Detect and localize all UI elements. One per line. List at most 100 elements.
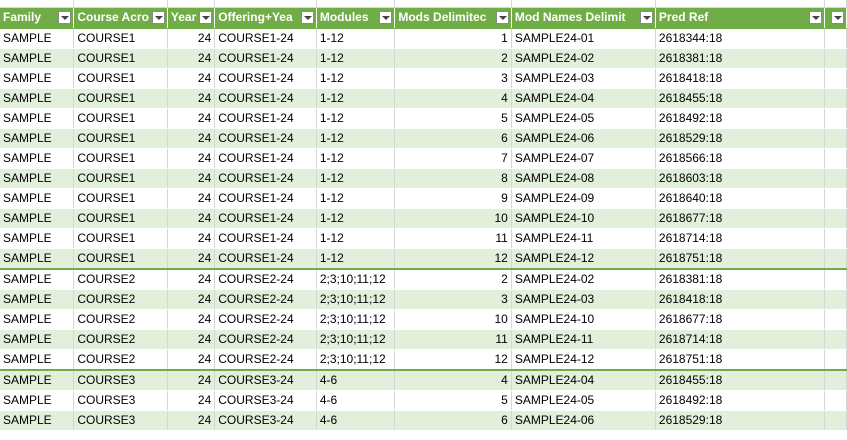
- table-cell[interactable]: [824, 410, 847, 431]
- table-cell[interactable]: 24: [167, 349, 216, 370]
- filter-dropdown-icon[interactable]: [495, 10, 509, 24]
- filter-dropdown-icon[interactable]: [199, 10, 213, 24]
- table-cell[interactable]: SAMPLE24-09: [511, 188, 656, 209]
- column-header[interactable]: Offering+Yea: [214, 7, 317, 29]
- table-row[interactable]: SAMPLE COURSE2 24 COURSE2-24 2;3;10;11;12 2 SA…: [0, 267, 847, 290]
- table-cell[interactable]: 24: [167, 28, 216, 49]
- table-cell[interactable]: COURSE2: [73, 329, 168, 350]
- table-cell[interactable]: SAMPLE24-11: [511, 329, 656, 350]
- table-cell[interactable]: 2618381:18: [655, 267, 825, 290]
- table-cell[interactable]: 2: [394, 267, 512, 290]
- filter-dropdown-icon[interactable]: [151, 10, 165, 24]
- table-cell[interactable]: COURSE1-24: [214, 148, 317, 169]
- table-row[interactable]: SAMPLE COURSE1 24 COURSE1-24 1-12 10 SAMPLE24-…: [0, 208, 847, 229]
- table-cell[interactable]: SAMPLE: [0, 48, 75, 69]
- table-cell[interactable]: COURSE1-24: [214, 208, 317, 229]
- table-cell[interactable]: SAMPLE24-02: [511, 48, 656, 69]
- table-cell[interactable]: SAMPLE: [0, 267, 75, 290]
- table-row[interactable]: SAMPLE COURSE3 24 COURSE3-24 4-6 4 SAMPLE24-04…: [0, 368, 847, 391]
- table-cell[interactable]: SAMPLE24-06: [511, 410, 656, 431]
- table-cell[interactable]: 2618492:18: [655, 390, 825, 411]
- filter-dropdown-icon[interactable]: [831, 10, 844, 24]
- table-cell[interactable]: COURSE1: [73, 168, 168, 189]
- column-header[interactable]: Mods Delimitec: [394, 7, 512, 29]
- table-cell[interactable]: SAMPLE24-06: [511, 128, 656, 149]
- table-cell[interactable]: SAMPLE24-07: [511, 148, 656, 169]
- table-cell[interactable]: 10: [394, 208, 512, 229]
- table-cell[interactable]: [824, 128, 847, 149]
- table-cell[interactable]: 24: [167, 68, 216, 89]
- table-cell[interactable]: 2618455:18: [655, 368, 825, 391]
- table-cell[interactable]: COURSE3-24: [214, 410, 317, 431]
- table-cell[interactable]: 5: [394, 108, 512, 129]
- table-cell[interactable]: 24: [167, 368, 216, 391]
- table-cell[interactable]: COURSE1-24: [214, 228, 317, 249]
- table-cell[interactable]: 1-12: [316, 108, 396, 129]
- table-cell[interactable]: 3: [394, 289, 512, 310]
- table-cell[interactable]: [824, 368, 847, 391]
- table-cell[interactable]: 1-12: [316, 48, 396, 69]
- table-cell[interactable]: SAMPLE: [0, 289, 75, 310]
- table-cell[interactable]: COURSE1-24: [214, 108, 317, 129]
- column-header[interactable]: Family: [0, 7, 75, 29]
- table-cell[interactable]: COURSE1: [73, 28, 168, 49]
- table-cell[interactable]: 24: [167, 410, 216, 431]
- table-cell[interactable]: [824, 390, 847, 411]
- table-cell[interactable]: [824, 148, 847, 169]
- table-cell[interactable]: 24: [167, 48, 216, 69]
- table-cell[interactable]: 2618751:18: [655, 349, 825, 370]
- table-cell[interactable]: COURSE1: [73, 148, 168, 169]
- table-cell[interactable]: COURSE2-24: [214, 349, 317, 370]
- table-cell[interactable]: SAMPLE: [0, 68, 75, 89]
- table-cell[interactable]: 24: [167, 248, 216, 269]
- table-cell[interactable]: COURSE1-24: [214, 88, 317, 109]
- table-cell[interactable]: COURSE1-24: [214, 168, 317, 189]
- table-cell[interactable]: 2618677:18: [655, 208, 825, 229]
- table-cell[interactable]: 1-12: [316, 88, 396, 109]
- table-cell[interactable]: 24: [167, 329, 216, 350]
- table-cell[interactable]: SAMPLE: [0, 108, 75, 129]
- table-cell[interactable]: COURSE1: [73, 188, 168, 209]
- table-cell[interactable]: COURSE3: [73, 368, 168, 391]
- table-row[interactable]: SAMPLE COURSE2 24 COURSE2-24 2;3;10;11;12 12 S…: [0, 349, 847, 370]
- column-header[interactable]: Course Acro: [73, 7, 168, 29]
- table-cell[interactable]: COURSE2: [73, 309, 168, 330]
- table-cell[interactable]: COURSE2-24: [214, 329, 317, 350]
- table-cell[interactable]: 4-6: [316, 410, 396, 431]
- table-cell[interactable]: COURSE1-24: [214, 28, 317, 49]
- table-cell[interactable]: [824, 48, 847, 69]
- table-cell[interactable]: SAMPLE: [0, 309, 75, 330]
- table-row[interactable]: SAMPLE COURSE2 24 COURSE2-24 2;3;10;11;12 3 SA…: [0, 289, 847, 310]
- table-cell[interactable]: SAMPLE24-10: [511, 208, 656, 229]
- filter-dropdown-icon[interactable]: [639, 10, 653, 24]
- table-cell[interactable]: 2618640:18: [655, 188, 825, 209]
- column-header[interactable]: [824, 7, 847, 29]
- table-cell[interactable]: 6: [394, 128, 512, 149]
- table-cell[interactable]: COURSE1: [73, 68, 168, 89]
- table-cell[interactable]: 1-12: [316, 28, 396, 49]
- table-row[interactable]: SAMPLE COURSE1 24 COURSE1-24 1-12 7 SAMPLE24-0…: [0, 148, 847, 169]
- table-cell[interactable]: COURSE3-24: [214, 390, 317, 411]
- table-cell[interactable]: SAMPLE24-04: [511, 88, 656, 109]
- table-row[interactable]: SAMPLE COURSE1 24 COURSE1-24 1-12 5 SAMPLE24-0…: [0, 108, 847, 129]
- table-row[interactable]: SAMPLE COURSE1 24 COURSE1-24 1-12 11 SAMPLE24-…: [0, 228, 847, 249]
- table-cell[interactable]: COURSE2-24: [214, 267, 317, 290]
- table-cell[interactable]: SAMPLE: [0, 228, 75, 249]
- table-cell[interactable]: SAMPLE24-12: [511, 349, 656, 370]
- table-cell[interactable]: 1: [394, 28, 512, 49]
- filter-dropdown-icon[interactable]: [58, 10, 72, 24]
- table-cell[interactable]: 1-12: [316, 248, 396, 269]
- table-cell[interactable]: 24: [167, 108, 216, 129]
- table-cell[interactable]: COURSE1: [73, 88, 168, 109]
- table-cell[interactable]: 24: [167, 128, 216, 149]
- table-cell[interactable]: 2618418:18: [655, 289, 825, 310]
- table-cell[interactable]: 1-12: [316, 228, 396, 249]
- table-cell[interactable]: [824, 88, 847, 109]
- table-row[interactable]: SAMPLE COURSE3 24 COURSE3-24 4-6 5 SAMPLE24-05…: [0, 390, 847, 411]
- table-cell[interactable]: 24: [167, 88, 216, 109]
- table-cell[interactable]: 2618751:18: [655, 248, 825, 269]
- table-row[interactable]: SAMPLE COURSE1 24 COURSE1-24 1-12 12 SAMPLE24-…: [0, 248, 847, 269]
- table-cell[interactable]: 4: [394, 88, 512, 109]
- table-cell[interactable]: 24: [167, 168, 216, 189]
- table-cell[interactable]: COURSE1-24: [214, 68, 317, 89]
